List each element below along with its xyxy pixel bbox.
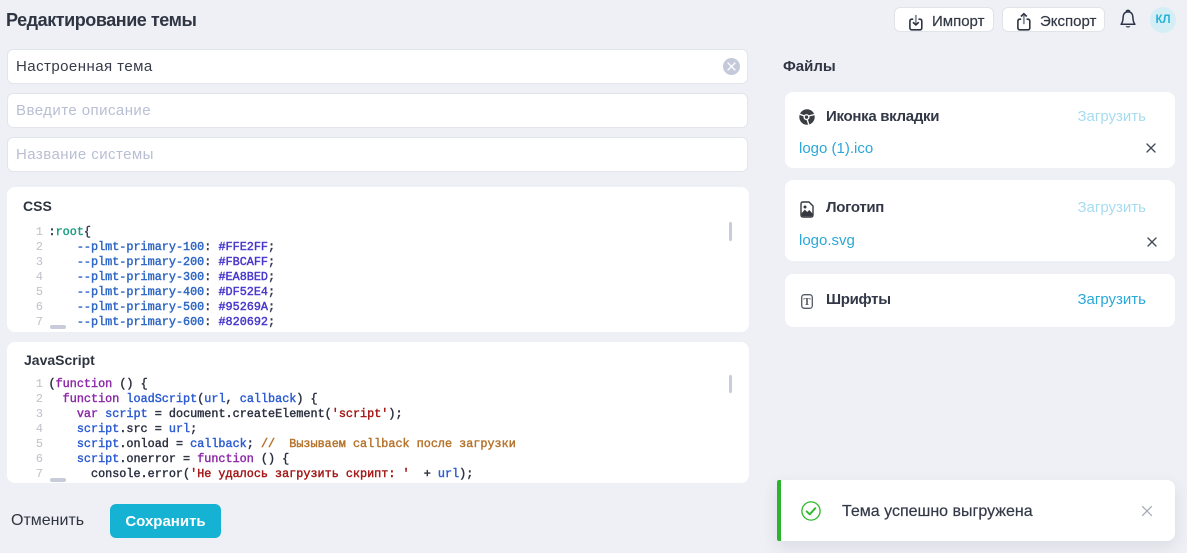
svg-text:T: T: [803, 297, 810, 308]
